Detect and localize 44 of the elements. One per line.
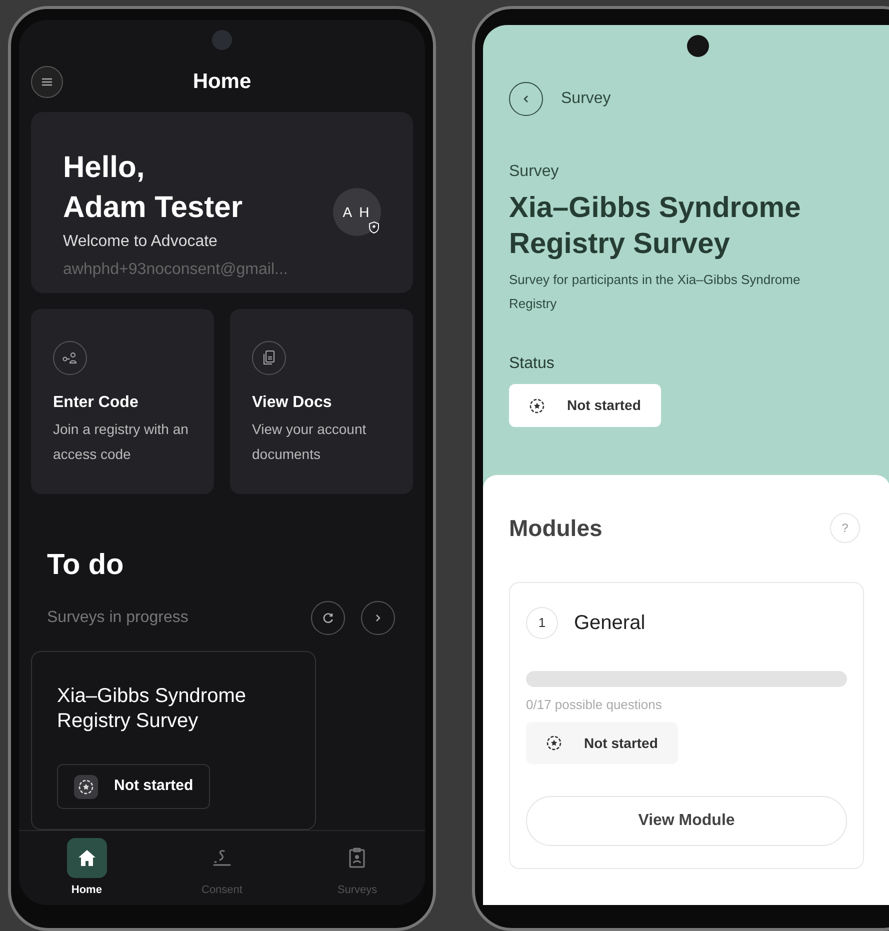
eyebrow-text: Survey [509, 162, 559, 182]
back-label: Survey [561, 89, 611, 109]
back-button[interactable] [509, 82, 543, 116]
camera-icon [687, 35, 709, 57]
status-text: Not started [114, 776, 194, 796]
survey-title: Xia–Gibbs Syndrome Registry Survey [57, 684, 247, 734]
star-circle-icon [529, 398, 545, 414]
user-name: Adam Tester [63, 190, 244, 226]
star-circle-icon [78, 778, 94, 794]
section-subtitle: Surveys in progress [47, 608, 188, 628]
menu-icon [41, 77, 53, 87]
action-card[interactable]: Enter Code Join a registry with an access code [31, 308, 214, 494]
status-label: Status [509, 354, 554, 374]
star-circle-icon [546, 735, 562, 751]
home-icon [76, 848, 97, 868]
status-text: Not started [584, 734, 658, 752]
view-module-button[interactable]: View Module [526, 796, 847, 846]
module-name: General [574, 610, 646, 636]
nav-tab[interactable]: Home [19, 838, 154, 898]
clipboard-icon [347, 846, 368, 869]
survey-card[interactable]: Xia–Gibbs Syndrome Registry Survey Not started [31, 651, 316, 830]
shield-user-icon [368, 221, 380, 234]
documents-icon [262, 350, 276, 366]
status-text: Not started [567, 396, 641, 415]
refresh-button[interactable] [311, 601, 345, 635]
module-number: 1 [526, 606, 558, 638]
action-card[interactable]: View Docs View your account documents [230, 308, 413, 494]
key-person-icon [62, 350, 78, 364]
greeting: Hello, [63, 150, 146, 186]
chevron-right-icon [374, 613, 382, 623]
modules-title: Modules [509, 514, 602, 543]
survey-title: Xia–Gibbs Syndrome Registry Survey [509, 191, 802, 262]
avatar-initials: A H [342, 202, 372, 222]
progress-text: 0/17 possible questions [526, 696, 663, 714]
welcome-text: Welcome to Advocate [63, 232, 218, 252]
refresh-icon [322, 612, 334, 624]
menu-button[interactable] [31, 66, 63, 98]
next-button[interactable] [361, 601, 395, 635]
email-text: awhphd+93noconsent@gmail... [63, 260, 288, 280]
section-title: To do [47, 548, 125, 582]
screen-title: Home [192, 69, 252, 96]
survey-description: Survey for participants in the Xia–Gibbs Syndrome Registry [509, 271, 802, 313]
chevron-left-icon [522, 94, 530, 104]
camera-icon [212, 30, 232, 50]
